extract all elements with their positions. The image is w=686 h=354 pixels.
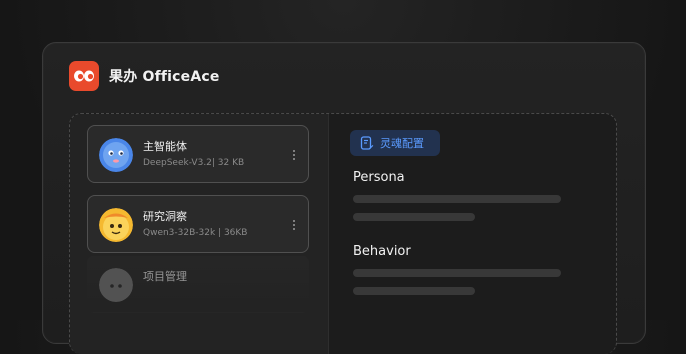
more-vertical-icon[interactable]	[292, 218, 296, 232]
config-panel: 灵魂配置 Persona Behavior	[328, 114, 616, 354]
persona-title: Persona	[353, 170, 405, 185]
agent-card-research[interactable]: 研究洞察 Qwen3-32B-32k | 36KB	[87, 195, 309, 253]
document-edit-icon	[360, 136, 374, 150]
agent-name: 主智能体	[143, 140, 187, 153]
agent-card-main[interactable]: 主智能体 DeepSeek-V3.2| 32 KB	[87, 125, 309, 183]
soul-config-label: 灵魂配置	[380, 137, 424, 150]
app-logo-icon	[69, 61, 99, 91]
blue-blob-avatar	[99, 138, 133, 172]
agent-meta: Qwen3-32B-32k | 36KB	[143, 228, 248, 238]
agent-name: 项目管理	[143, 270, 187, 283]
skeleton-line	[353, 213, 475, 221]
agent-list: 主智能体 DeepSeek-V3.2| 32 KB 研究洞察 Qwen3-32B…	[70, 114, 329, 354]
skeleton-line	[353, 269, 561, 277]
app-header: 果办 OfficeAce	[69, 61, 220, 91]
more-vertical-icon[interactable]	[292, 148, 296, 162]
soul-config-tab[interactable]: 灵魂配置	[350, 130, 440, 156]
gray-blob-avatar	[99, 268, 133, 302]
app-window: 果办 OfficeAce 主智能体 DeepSeek-V3.2| 32 KB 研…	[42, 42, 646, 354]
skeleton-line	[353, 287, 475, 295]
workspace: 主智能体 DeepSeek-V3.2| 32 KB 研究洞察 Qwen3-32B…	[69, 113, 617, 354]
app-title: 果办 OfficeAce	[109, 69, 220, 85]
agent-meta: DeepSeek-V3.2| 32 KB	[143, 158, 245, 168]
behavior-title: Behavior	[353, 244, 411, 259]
yellow-blob-avatar	[99, 208, 133, 242]
skeleton-line	[353, 195, 561, 203]
agent-name: 研究洞察	[143, 210, 187, 223]
agent-card-project[interactable]: 项目管理	[87, 255, 309, 313]
